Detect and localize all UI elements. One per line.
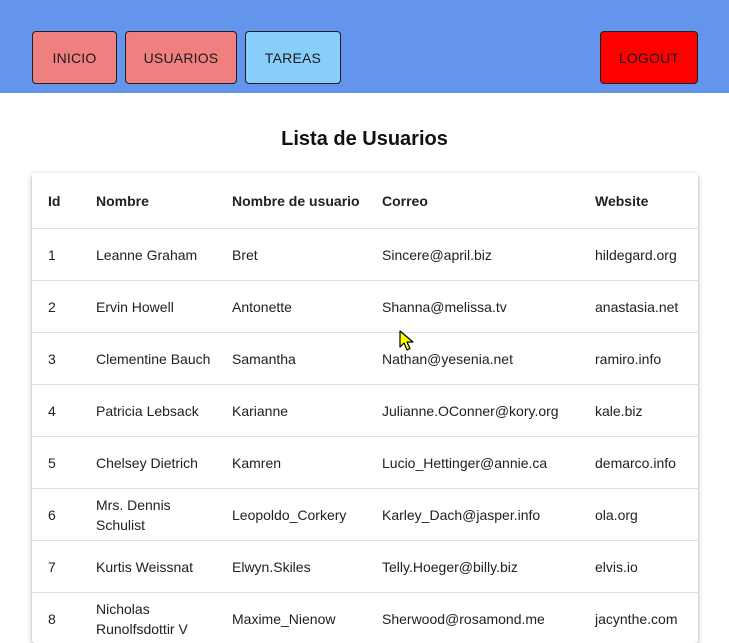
cell-website: ramiro.info	[595, 350, 662, 367]
cell-id: 7	[48, 558, 56, 575]
cell-id: 4	[48, 402, 56, 419]
cell-nombre: Patricia Lebsack	[96, 402, 199, 419]
cell-id: 3	[48, 350, 56, 367]
cell-correo: Julianne.OConner@kory.org	[382, 402, 559, 419]
cell-usuario: Leopoldo_Corkery	[232, 506, 347, 523]
cell-usuario: Samantha	[232, 350, 296, 367]
cell-website: demarco.info	[595, 454, 676, 471]
cell-nombre: Nicholas Runolfsdottir V	[96, 600, 188, 637]
cell-id: 2	[48, 298, 56, 315]
cell-correo: Telly.Hoeger@billy.biz	[382, 558, 518, 575]
inicio-button[interactable]: INICIO	[32, 31, 117, 84]
cell-website: ola.org	[595, 506, 638, 523]
header-usuario: Nombre de usuario	[232, 192, 360, 209]
cell-website: hildegard.org	[595, 246, 677, 263]
table-row: 3 Clementine Bauch Samantha Nathan@yesen…	[32, 333, 698, 385]
header-website: Website	[595, 192, 649, 209]
table-row: 7 Kurtis Weissnat Elwyn.Skiles Telly.Hoe…	[32, 541, 698, 593]
cell-website: anastasia.net	[595, 298, 679, 315]
logout-button[interactable]: LOGOUT	[600, 31, 698, 84]
cell-nombre: Kurtis Weissnat	[96, 558, 193, 575]
cell-usuario: Antonette	[232, 298, 292, 315]
table-row: 1 Leanne Graham Bret Sincere@april.biz h…	[32, 229, 698, 281]
cell-usuario: Elwyn.Skiles	[232, 558, 311, 575]
cell-usuario: Bret	[232, 246, 258, 263]
cell-nombre: Ervin Howell	[96, 298, 174, 315]
page-title: Lista de Usuarios	[281, 128, 448, 150]
cell-id: 1	[48, 246, 56, 263]
usuarios-button[interactable]: USUARIOS	[125, 31, 237, 84]
header-nombre: Nombre	[96, 192, 149, 209]
cell-website: jacynthe.com	[595, 610, 678, 627]
cell-website: kale.biz	[595, 402, 643, 419]
top-navbar: INICIO USUARIOS TAREAS LOGOUT	[0, 0, 729, 93]
cell-id: 5	[48, 454, 56, 471]
tareas-button[interactable]: TAREAS	[245, 31, 341, 84]
cell-nombre: Clementine Bauch	[96, 350, 211, 367]
header-correo: Correo	[382, 192, 428, 209]
cell-correo: Sherwood@rosamond.me	[382, 610, 545, 627]
table-header-row: Id Nombre Nombre de usuario Correo Websi…	[32, 173, 698, 229]
table-row: 2 Ervin Howell Antonette Shanna@melissa.…	[32, 281, 698, 333]
cell-nombre: Leanne Graham	[96, 246, 198, 263]
cell-website: elvis.io	[595, 558, 638, 575]
table-row: 8 Nicholas Runolfsdottir V Maxime_Nienow…	[32, 593, 698, 643]
cell-id: 8	[48, 610, 56, 627]
mouse-pointer-icon	[399, 330, 414, 351]
table-row: 5 Chelsey Dietrich Kamren Lucio_Hettinge…	[32, 437, 698, 489]
cell-nombre: Mrs. Dennis Schulist	[96, 496, 171, 533]
cell-usuario: Karianne	[232, 402, 289, 419]
header-id: Id	[48, 192, 61, 209]
cell-correo: Sincere@april.biz	[382, 246, 492, 263]
cell-correo: Karley_Dach@jasper.info	[382, 506, 541, 523]
table-row: 6 Mrs. Dennis Schulist Leopoldo_Corkery …	[32, 489, 698, 541]
cell-correo: Lucio_Hettinger@annie.ca	[382, 454, 548, 471]
cell-usuario: Kamren	[232, 454, 282, 471]
users-table: Id Nombre Nombre de usuario Correo Websi…	[32, 173, 698, 643]
table-row: 4 Patricia Lebsack Karianne Julianne.OCo…	[32, 385, 698, 437]
cell-id: 6	[48, 506, 56, 523]
cell-nombre: Chelsey Dietrich	[96, 454, 198, 471]
cell-correo: Shanna@melissa.tv	[382, 298, 507, 315]
cell-usuario: Maxime_Nienow	[232, 610, 336, 627]
